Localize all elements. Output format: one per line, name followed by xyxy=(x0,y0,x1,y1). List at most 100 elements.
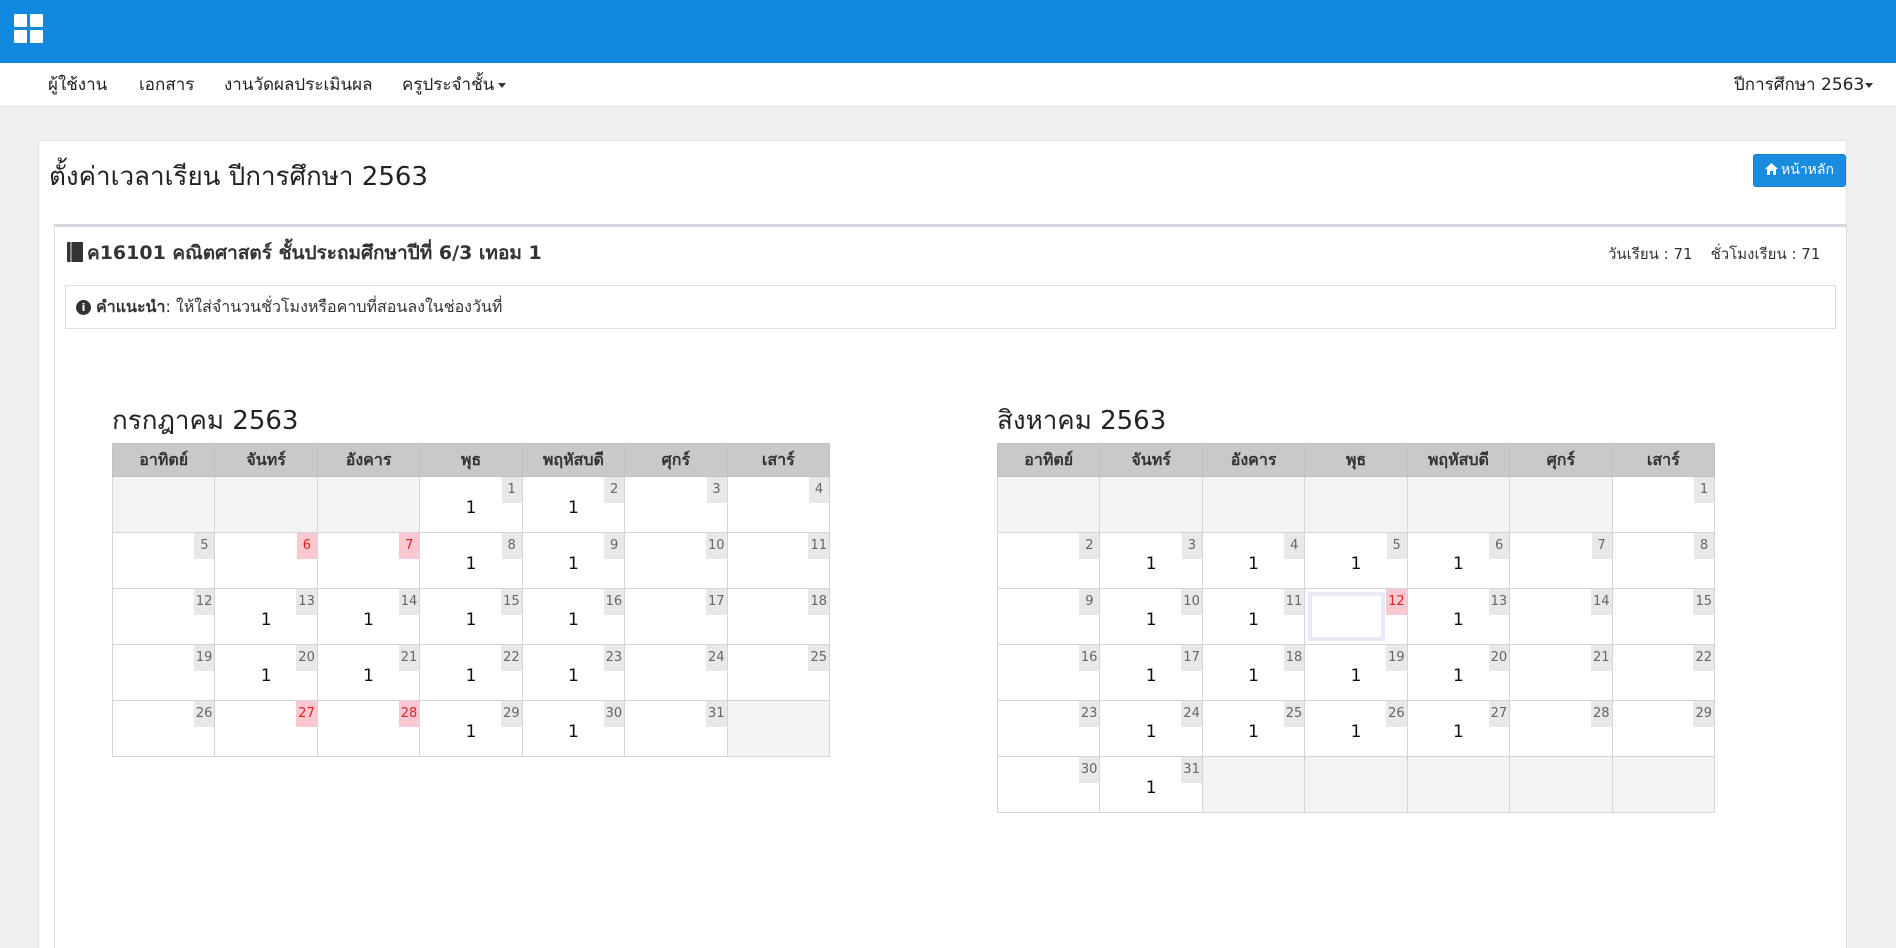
day-number: 22 xyxy=(1693,645,1714,671)
calendar-day-cell[interactable]: 17 1 xyxy=(1099,644,1203,701)
holiday-day-number: 6 xyxy=(296,533,317,559)
calendar-day-cell[interactable]: 23 1 xyxy=(521,644,626,701)
calendar-week-row: 5 6 7 8 1 9 1 10 11 xyxy=(111,532,831,589)
calendar-day-cell[interactable]: 91 xyxy=(521,532,626,589)
calendar-day-cell[interactable]: 11 xyxy=(419,476,523,533)
calendar-day-cell[interactable]: 41 xyxy=(1201,532,1306,589)
calendar-day-cell[interactable]: 22 xyxy=(1611,644,1716,701)
calendar-day-cell[interactable]: 30 1 xyxy=(521,700,626,757)
calendar-day-cell[interactable]: 31 xyxy=(624,700,728,757)
calendar-day-cell[interactable]: 20 1 xyxy=(1406,644,1511,701)
calendar-day-cell[interactable]: 16 1 xyxy=(521,588,626,645)
book-icon xyxy=(67,242,83,262)
calendar-day-cell[interactable]: 15 xyxy=(1611,588,1716,645)
calendar-day-cell[interactable]: 24 1 xyxy=(1099,700,1203,757)
calendar-empty-cell xyxy=(1304,756,1408,813)
calendar-day-cell[interactable]: 16 xyxy=(996,644,1101,701)
calendar-day-cell[interactable]: 14 1 xyxy=(316,588,421,645)
calendar-day-cell[interactable]: 13 1 xyxy=(1406,588,1511,645)
calendar-empty-cell xyxy=(1611,756,1716,813)
calendar-day-cell[interactable]: 10 xyxy=(624,532,728,589)
academic-year-label: ปีการศึกษา 2563 xyxy=(1734,75,1865,95)
day-number: 19 xyxy=(193,645,215,671)
calendar-day-cell[interactable]: 2 xyxy=(996,532,1101,589)
nav-academic-year[interactable]: ปีการศึกษา 2563 xyxy=(1734,63,1874,107)
calendar-day-cell[interactable]: 20 1 xyxy=(214,644,318,701)
calendar-day-cell[interactable]: 7 xyxy=(316,532,421,589)
calendar-day-cell[interactable]: 21 xyxy=(521,476,626,533)
calendar-day-cell[interactable]: 51 xyxy=(1304,532,1408,589)
calendar-day-cell[interactable]: 17 xyxy=(624,588,728,645)
weekday-header: พฤหัสบดี xyxy=(1406,443,1511,477)
calendar-day-cell[interactable]: 31 1 xyxy=(1099,756,1203,813)
calendar-day-cell[interactable]: 11 1 xyxy=(1201,588,1306,645)
hours-value: 1 xyxy=(1350,554,1362,574)
calendar-day-cell[interactable]: 25 1 xyxy=(1201,700,1306,757)
calendar-day-cell[interactable]: 23 xyxy=(996,700,1101,757)
page-title: ตั้งค่าเวลาเรียน ปีการศึกษา 2563 xyxy=(49,162,428,192)
calendar-day-cell[interactable]: 28 xyxy=(1509,700,1613,757)
caret-down-icon xyxy=(1865,82,1874,88)
nav-users[interactable]: ผู้ใช้งาน xyxy=(48,63,107,107)
weekday-header: ศุกร์ xyxy=(1509,443,1613,477)
calendar-day-cell[interactable]: 9 xyxy=(996,588,1101,645)
hours-value: 1 xyxy=(567,610,579,630)
calendar-day-cell[interactable]: 1 xyxy=(1611,476,1716,533)
calendar-empty-cell xyxy=(996,476,1101,533)
nav-homeroom-teacher[interactable]: ครูประจำชั้น xyxy=(402,63,507,107)
calendar-day-cell[interactable]: 27 1 xyxy=(1406,700,1511,757)
calendar-day-cell[interactable]: 24 xyxy=(624,644,728,701)
hours-value: 1 xyxy=(1145,554,1157,574)
calendar-day-cell[interactable]: 15 1 xyxy=(419,588,523,645)
calendar-day-cell[interactable]: 10 1 xyxy=(1099,588,1203,645)
calendar-day-cell[interactable]: 61 xyxy=(1406,532,1511,589)
apps-grid-icon[interactable] xyxy=(14,14,44,44)
calendar-day-cell[interactable]: 8 xyxy=(1611,532,1716,589)
calendar-day-cell[interactable]: 31 xyxy=(1099,532,1203,589)
calendar-empty-cell xyxy=(214,476,318,533)
hours-value: 1 xyxy=(567,498,579,518)
calendar-day-cell[interactable]: 18 xyxy=(726,588,831,645)
calendar-day-cell[interactable]: 4 xyxy=(726,476,831,533)
calendar-day-cell[interactable]: 12 xyxy=(111,588,216,645)
calendar-day-cell[interactable]: 13 1 xyxy=(214,588,318,645)
calendar-day-cell[interactable]: 19 xyxy=(111,644,216,701)
calendar-day-cell[interactable]: 27 xyxy=(214,700,318,757)
calendar-title-july: กรกฎาคม 2563 xyxy=(112,406,299,436)
home-button[interactable]: หน้าหลัก xyxy=(1753,154,1846,187)
calendar-day-cell[interactable]: 29 xyxy=(1611,700,1716,757)
calendar-day-cell[interactable]: 11 xyxy=(726,532,831,589)
calendar-day-cell[interactable]: 25 xyxy=(726,644,831,701)
day-number: 4 xyxy=(809,477,829,503)
calendar-day-cell[interactable]: 28 xyxy=(316,700,421,757)
calendar-day-cell[interactable]: 18 1 xyxy=(1201,644,1306,701)
calendar-empty-cell xyxy=(1099,476,1203,533)
weekday-header: อังคาร xyxy=(316,443,421,477)
weekday-header: จันทร์ xyxy=(1099,443,1203,477)
nav-documents[interactable]: เอกสาร xyxy=(139,63,194,107)
calendar-day-cell[interactable]: 7 xyxy=(1509,532,1613,589)
calendar-day-cell[interactable]: 30 xyxy=(996,756,1101,813)
nav-assessment[interactable]: งานวัดผลประเมินผล xyxy=(224,63,373,107)
hours-value: 1 xyxy=(1248,610,1259,630)
hours-value: 1 xyxy=(1145,666,1157,686)
calendar-day-cell[interactable]: 12 xyxy=(1304,588,1408,645)
calendar-week-row: 30 31 1 xyxy=(996,756,1716,813)
calendar-day-cell[interactable]: 26 1 xyxy=(1304,700,1408,757)
calendar-day-cell[interactable]: 22 1 xyxy=(419,644,523,701)
calendar-day-cell[interactable]: 81 xyxy=(419,532,523,589)
hours-value: 1 xyxy=(465,722,477,742)
hours-value: 1 xyxy=(1452,666,1464,686)
calendar-day-cell[interactable]: 3 xyxy=(624,476,728,533)
calendar-day-cell[interactable]: 14 xyxy=(1509,588,1613,645)
calendar-day-cell[interactable]: 26 xyxy=(111,700,216,757)
calendar-empty-cell xyxy=(1201,476,1306,533)
day-number: 29 xyxy=(1693,701,1714,727)
calendar-day-cell[interactable]: 5 xyxy=(111,532,216,589)
calendar-day-cell[interactable]: 21 1 xyxy=(316,644,421,701)
hours-input[interactable] xyxy=(1308,592,1385,641)
calendar-day-cell[interactable]: 19 1 xyxy=(1304,644,1408,701)
calendar-day-cell[interactable]: 21 xyxy=(1509,644,1613,701)
calendar-day-cell[interactable]: 6 xyxy=(214,532,318,589)
calendar-day-cell[interactable]: 29 1 xyxy=(419,700,523,757)
